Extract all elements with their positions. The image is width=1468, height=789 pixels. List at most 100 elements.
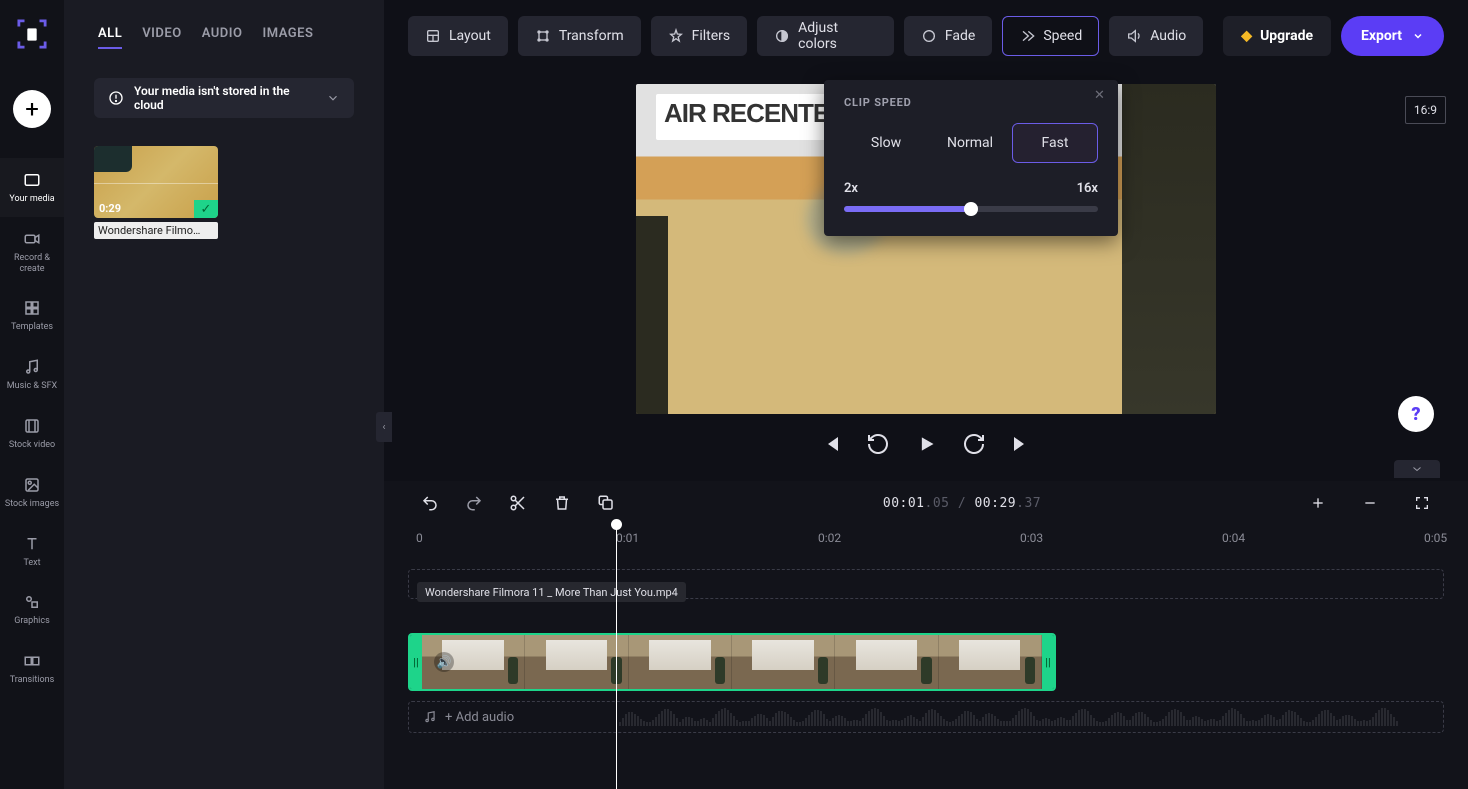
sidebar-item-music-sfx[interactable]: Music & SFX <box>0 345 64 404</box>
upgrade-label: Upgrade <box>1260 28 1313 44</box>
zoom-in-button[interactable] <box>1296 486 1340 520</box>
tool-label: Audio <box>1150 28 1186 44</box>
tab-all[interactable]: ALL <box>98 20 122 49</box>
speed-slider-fill <box>844 206 971 212</box>
thumbnail-preview: 0:29 ✓ <box>94 146 218 218</box>
clip-speed-panel: ✕ CLIP SPEED Slow Normal Fast 2x 16x <box>824 80 1118 236</box>
audio-button[interactable]: Audio <box>1109 16 1203 56</box>
speed-mode-segment: Slow Normal Fast <box>844 123 1098 163</box>
tool-label: Fade <box>945 28 975 44</box>
graphics-icon <box>22 592 42 612</box>
tab-video[interactable]: VIDEO <box>142 20 181 49</box>
upgrade-button[interactable]: ◆ Upgrade <box>1223 16 1331 56</box>
gem-icon: ◆ <box>1241 28 1252 44</box>
media-tabs: ALL VIDEO AUDIO IMAGES <box>64 0 384 68</box>
film-icon <box>22 416 42 436</box>
clip-handle-right[interactable]: || <box>1042 635 1054 689</box>
app-sidebar: + Your media Record & create Templates M… <box>0 0 64 789</box>
tab-audio[interactable]: AUDIO <box>202 20 243 49</box>
forward-10-button[interactable] <box>962 432 986 456</box>
export-button[interactable]: Export <box>1341 16 1444 56</box>
preview-area: 16:9 AIR RECENTER ✕ CLIP SPEED Slow Norm… <box>384 72 1468 472</box>
camera-icon <box>22 229 42 249</box>
add-media-button[interactable]: + <box>13 90 51 128</box>
sidebar-item-label: Transitions <box>4 675 60 686</box>
sidebar-item-graphics[interactable]: Graphics <box>0 580 64 639</box>
templates-icon <box>22 298 42 318</box>
filters-button[interactable]: Filters <box>651 16 748 56</box>
fit-button[interactable] <box>1400 486 1444 520</box>
close-panel-button[interactable]: ✕ <box>1094 88 1108 102</box>
audio-waveform <box>619 708 1435 728</box>
sidebar-item-label: Your media <box>4 194 60 205</box>
fade-icon <box>921 28 937 44</box>
sidebar-item-transitions[interactable]: Transitions <box>0 639 64 698</box>
delete-button[interactable] <box>540 486 584 520</box>
music-icon <box>423 710 437 724</box>
duplicate-button[interactable] <box>584 486 628 520</box>
aspect-ratio-button[interactable]: 16:9 <box>1405 96 1446 124</box>
main-area: Layout Transform Filters Adjust colors F… <box>384 0 1468 789</box>
app-logo <box>16 18 48 50</box>
sidebar-item-stock-images[interactable]: Stock images <box>0 463 64 522</box>
sidebar-item-stock-video[interactable]: Stock video <box>0 404 64 463</box>
skip-next-button[interactable] <box>1010 432 1034 456</box>
text-track[interactable]: Wondershare Filmora 11 _ More Than Just … <box>408 569 1444 599</box>
alert-icon <box>108 90 124 106</box>
sidebar-item-label: Graphics <box>4 616 60 627</box>
clip-handle-left[interactable]: || <box>410 635 422 689</box>
sidebar-item-text[interactable]: Text <box>0 522 64 581</box>
adjust-colors-button[interactable]: Adjust colors <box>757 16 894 56</box>
sidebar-item-your-media[interactable]: Your media <box>0 158 64 217</box>
transitions-icon <box>22 651 42 671</box>
layout-icon <box>425 28 441 44</box>
zoom-out-button[interactable] <box>1348 486 1392 520</box>
tool-label: Filters <box>692 28 731 44</box>
skip-prev-button[interactable] <box>818 432 842 456</box>
thumbnail-duration: 0:29 <box>99 202 121 215</box>
plus-icon: + <box>25 97 39 121</box>
sidebar-item-label: Stock images <box>4 499 60 510</box>
media-panel: ALL VIDEO AUDIO IMAGES Your media isn't … <box>64 0 384 789</box>
redo-button[interactable] <box>452 486 496 520</box>
split-button[interactable] <box>496 486 540 520</box>
timeline-ruler[interactable]: 0 0:01 0:02 0:03 0:04 0:05 <box>384 525 1468 557</box>
sidebar-item-templates[interactable]: Templates <box>0 286 64 345</box>
speed-slider[interactable] <box>844 206 1098 212</box>
fade-button[interactable]: Fade <box>904 16 992 56</box>
layout-button[interactable]: Layout <box>408 16 508 56</box>
back-10-button[interactable] <box>866 432 890 456</box>
contrast-icon <box>774 28 790 44</box>
cloud-warning-bar[interactable]: Your media isn't stored in the cloud <box>94 78 354 118</box>
transport-controls <box>818 432 1034 456</box>
clip-frames <box>422 635 1042 689</box>
transform-button[interactable]: Transform <box>518 16 641 56</box>
thumbnail-filename: Wondershare Filmo… <box>94 222 218 239</box>
sidebar-item-label: Record & create <box>4 253 60 275</box>
filters-icon <box>668 28 684 44</box>
speed-slow-button[interactable]: Slow <box>844 123 928 163</box>
speed-button[interactable]: Speed <box>1002 16 1099 56</box>
collapse-preview-button[interactable] <box>1394 460 1440 478</box>
sidebar-item-record-create[interactable]: Record & create <box>0 217 64 287</box>
editor-toolbar: Layout Transform Filters Adjust colors F… <box>384 0 1468 72</box>
speed-normal-button[interactable]: Normal <box>928 123 1012 163</box>
sidebar-nav: Your media Record & create Templates Mus… <box>0 158 64 698</box>
media-thumbnail[interactable]: 0:29 ✓ Wondershare Filmo… <box>94 146 218 239</box>
play-button[interactable] <box>914 432 938 456</box>
tool-label: Speed <box>1043 28 1082 44</box>
text-icon <box>22 534 42 554</box>
timeline-timecode: 00:01.05 / 00:29.37 <box>628 496 1296 511</box>
timeline-tools: 00:01.05 / 00:29.37 <box>384 481 1468 525</box>
speed-fast-button[interactable]: Fast <box>1012 123 1098 163</box>
speed-max-label: 16x <box>1077 181 1098 196</box>
video-clip[interactable]: || 🔊 || <box>408 633 1056 691</box>
help-button[interactable]: ? <box>1398 396 1434 432</box>
sidebar-item-label: Text <box>4 558 60 569</box>
speed-slider-thumb[interactable] <box>964 202 978 216</box>
tab-images[interactable]: IMAGES <box>262 20 313 49</box>
speed-min-label: 2x <box>844 181 858 196</box>
undo-button[interactable] <box>408 486 452 520</box>
audio-track[interactable]: + Add audio <box>408 701 1444 733</box>
timeline: 00:01.05 / 00:29.37 0 0:01 0:02 0:03 0:0… <box>384 481 1468 789</box>
